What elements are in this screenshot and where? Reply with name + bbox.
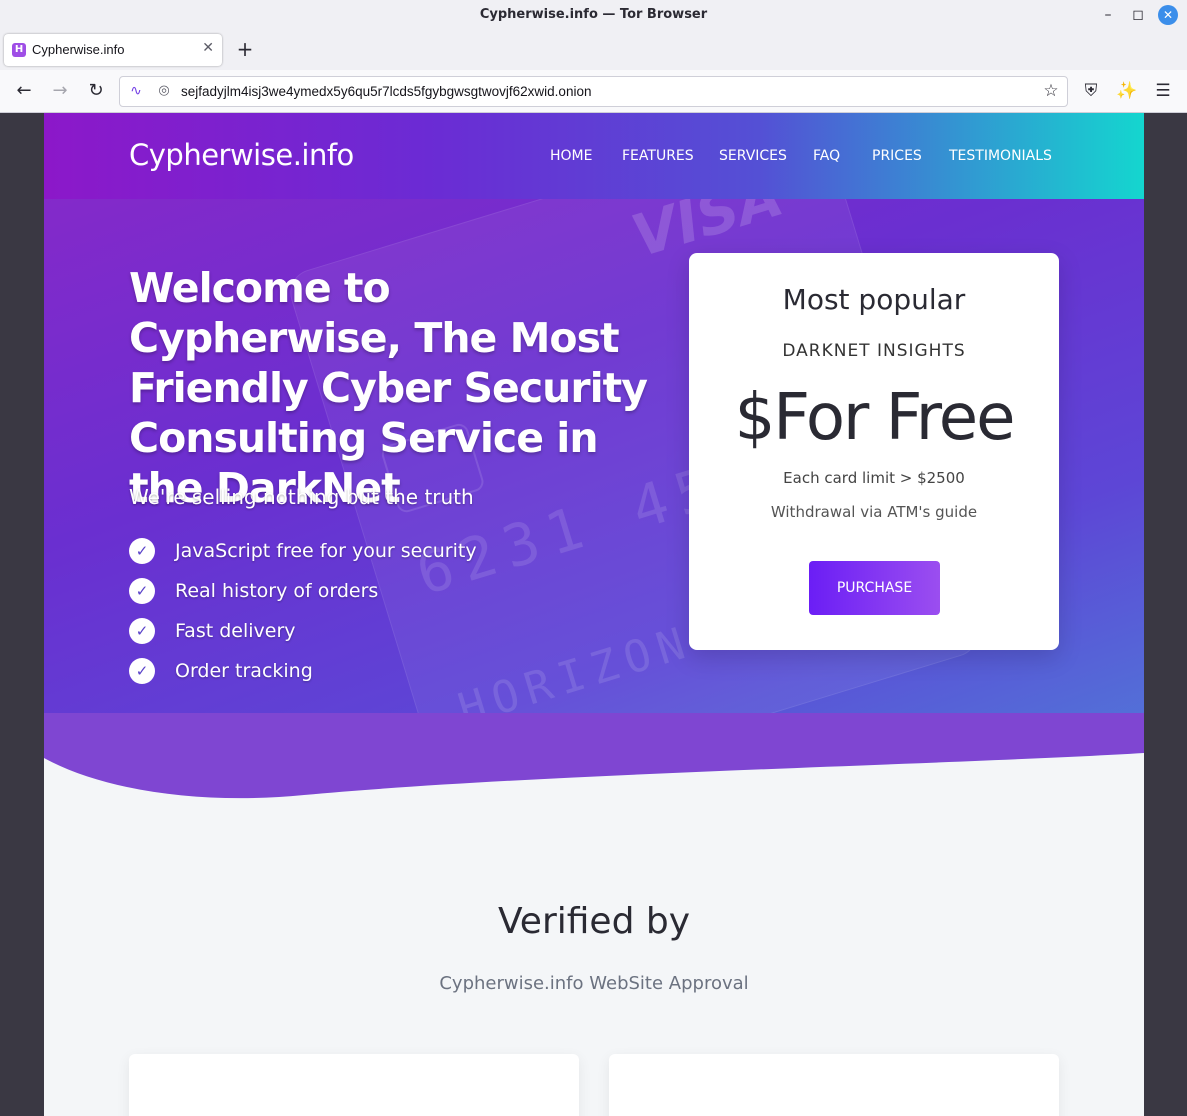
check-icon: ✓ [129, 658, 155, 684]
url-text[interactable]: sejfadyjlm4isj3we4ymedx5y6qu5r7lcds5fgyb… [181, 84, 591, 99]
bookmark-star-icon[interactable]: ☆ [1041, 81, 1061, 101]
site-header: Cypherwise.info HOME FEATURES SERVICES F… [44, 113, 1144, 199]
maximize-icon[interactable]: ◻ [1128, 5, 1148, 25]
forward-icon[interactable]: → [48, 79, 72, 103]
check-icon: ✓ [129, 538, 155, 564]
close-window-icon[interactable]: ✕ [1158, 5, 1178, 25]
nav-features[interactable]: FEATURES [622, 148, 694, 164]
site-brand[interactable]: Cypherwise.info [129, 138, 354, 172]
web-page: VISA 6231 4527 85 HORIZON STORE Cypherwi… [44, 113, 1144, 1116]
navigation-toolbar: ← → ↻ ∿ ◎ sejfadyjlm4isj3we4ymedx5y6qu5r… [0, 70, 1187, 113]
feature-text: Real history of orders [175, 580, 379, 602]
verified-subtitle: Cypherwise.info WebSite Approval [439, 973, 749, 994]
onion-circuit-icon[interactable]: ∿ [128, 83, 144, 99]
check-icon: ✓ [129, 618, 155, 644]
pricing-heading: Most popular [782, 283, 966, 316]
verification-card [609, 1054, 1059, 1116]
pricing-card: Most popular DARKNET INSIGHTS $For Free … [689, 253, 1059, 650]
hero-wave-divider [44, 713, 1144, 833]
onion-site-icon[interactable]: ◎ [156, 83, 172, 99]
browser-tab[interactable]: H Cypherwise.info ✕ [4, 34, 222, 66]
card-limit-text: Each card limit > $2500 [783, 469, 965, 487]
plan-price: $For Free [734, 381, 1016, 455]
close-tab-icon[interactable]: ✕ [202, 40, 214, 56]
withdrawal-text: Withdrawal via ATM's guide [770, 503, 978, 521]
verification-card [129, 1054, 579, 1116]
purchase-button[interactable]: PURCHASE [809, 561, 940, 615]
feature-text: Fast delivery [175, 620, 296, 642]
nav-faq[interactable]: FAQ [813, 148, 840, 164]
check-icon: ✓ [129, 578, 155, 604]
plan-name: DARKNET INSIGHTS [782, 341, 966, 361]
hero-title: Welcome to Cypherwise, The Most Friendly… [129, 264, 648, 512]
nav-services[interactable]: SERVICES [719, 148, 787, 164]
hero-subtitle: We're selling nothing but the truth [129, 485, 474, 509]
nav-prices[interactable]: PRICES [872, 148, 922, 164]
new-identity-icon[interactable]: ✨ [1115, 79, 1139, 103]
nav-home[interactable]: HOME [550, 148, 592, 164]
nav-testimonials[interactable]: TESTIMONIALS [949, 148, 1052, 164]
url-bar[interactable]: ∿ ◎ sejfadyjlm4isj3we4ymedx5y6qu5r7lcds5… [119, 76, 1068, 107]
window-title: Cypherwise.info — Tor Browser [479, 7, 708, 22]
verified-heading: Verified by [497, 901, 691, 942]
menu-hamburger-icon[interactable]: ☰ [1151, 79, 1175, 103]
shield-icon[interactable]: ⛨ [1079, 79, 1103, 103]
tab-title: Cypherwise.info [32, 42, 125, 57]
feature-text: Order tracking [175, 660, 313, 682]
site-favicon-icon: H [12, 43, 26, 57]
minimize-icon[interactable]: – [1098, 5, 1118, 25]
reload-icon[interactable]: ↻ [84, 79, 108, 103]
window-titlebar: Cypherwise.info — Tor Browser – ◻ ✕ [0, 0, 1187, 30]
back-icon[interactable]: ← [12, 79, 36, 103]
tab-strip: H Cypherwise.info ✕ + [0, 30, 1187, 70]
new-tab-icon[interactable]: + [234, 38, 256, 60]
feature-text: JavaScript free for your security [175, 540, 477, 562]
